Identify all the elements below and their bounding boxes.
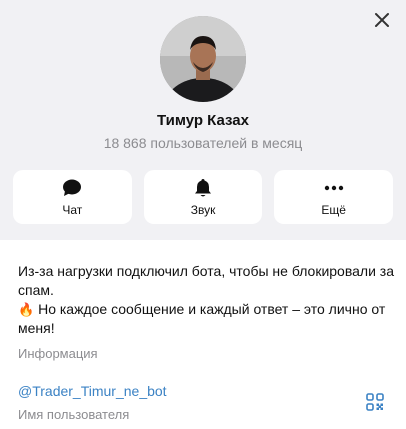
chat-label: Чат <box>62 203 83 217</box>
more-button[interactable]: Ещё <box>274 170 394 224</box>
fire-emoji: 🔥 <box>18 302 35 317</box>
action-bar: Чат Звук Ещё <box>13 170 394 224</box>
close-button[interactable] <box>372 10 392 30</box>
close-icon <box>375 13 389 27</box>
info-section: Из-за нагрузки подключил бота, чтобы не … <box>0 240 406 429</box>
sound-label: Звук <box>190 203 216 217</box>
bio-line-2: 🔥 Но каждое сообщение и каждый ответ – э… <box>18 300 394 338</box>
bio-text[interactable]: Из-за нагрузки подключил бота, чтобы не … <box>18 262 394 338</box>
profile-header: Тимур Казах 18 868 пользователей в месяц… <box>0 0 406 240</box>
username-caption: Имя пользователя <box>18 407 130 422</box>
qr-code-button[interactable] <box>366 393 384 411</box>
avatar-photo <box>160 16 246 102</box>
chat-button[interactable]: Чат <box>13 170 132 224</box>
more-label: Ещё <box>321 203 346 217</box>
avatar[interactable] <box>160 16 246 102</box>
sound-button[interactable]: Звук <box>143 170 263 224</box>
bio-line-1: Из-за нагрузки подключил бота, чтобы не … <box>18 263 394 298</box>
bio-caption: Информация <box>18 346 98 361</box>
bell-icon <box>192 177 214 199</box>
bio-line-2-text: Но каждое сообщение и каждый ответ – это… <box>18 301 386 336</box>
qr-code-icon <box>366 393 384 411</box>
username-link[interactable]: @Trader_Timur_ne_bot <box>18 383 167 399</box>
profile-name: Тимур Казах <box>157 112 249 129</box>
chat-icon <box>61 177 83 199</box>
more-icon <box>323 177 345 199</box>
subscribers-count: 18 868 пользователей в месяц <box>103 135 303 151</box>
